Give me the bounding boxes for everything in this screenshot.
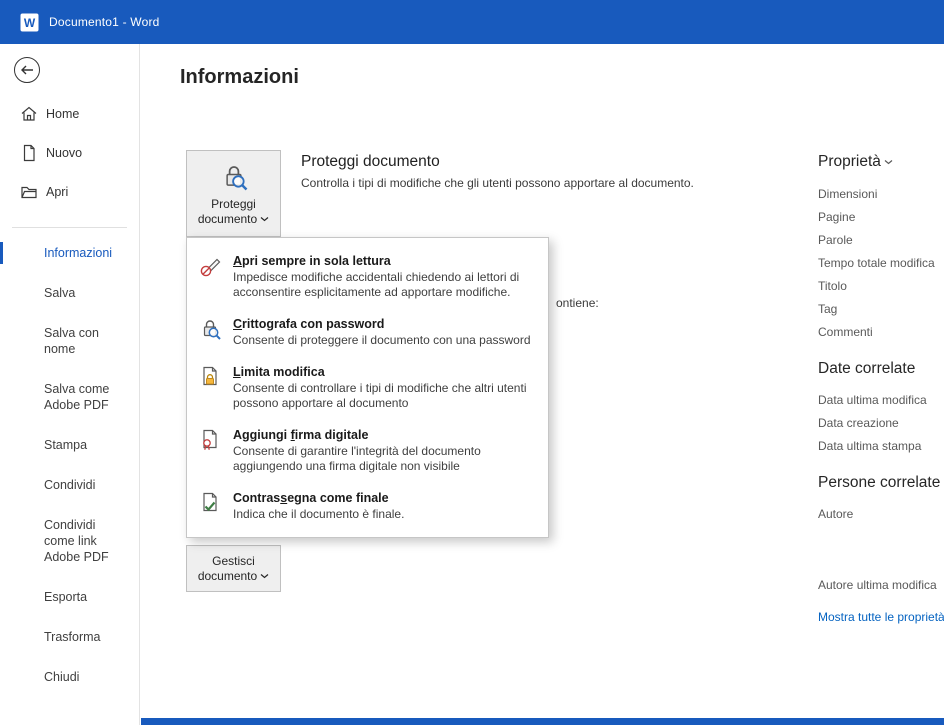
menu-item-text: Contrassegna come finale Indica che il d… <box>233 490 536 522</box>
menu-item-description: Consente di controllare i tipi di modifi… <box>233 381 535 411</box>
always-read-only-icon <box>198 254 224 300</box>
menu-item-text: Limita modifica Consente di controllare … <box>233 364 536 411</box>
sidebar-item-label: Salva come Adobe PDF <box>44 381 129 413</box>
menu-item-title: Limita modifica <box>233 364 536 380</box>
menu-item-title: Apri sempre in sola lettura <box>233 253 536 269</box>
sidebar-item-condividi[interactable]: Condividi <box>0 465 139 505</box>
property-label-tempo-totale-modifica: Tempo totale modifica <box>818 251 944 274</box>
menu-item-text: Apri sempre in sola lettura Impedisce mo… <box>233 253 536 300</box>
menu-item-title: Aggiungi firma digitale <box>233 427 536 443</box>
property-label-data-ultima-stampa: Data ultima stampa <box>818 434 944 457</box>
protect-document-button-label: Proteggi documento <box>194 197 274 227</box>
show-all-properties-link[interactable]: Mostra tutte le proprietà <box>818 610 944 624</box>
sidebar-item-label: Nuovo <box>46 146 82 160</box>
properties-heading-label: Proprietà <box>818 153 881 171</box>
menu-item-always-read-only[interactable]: Apri sempre in sola lettura Impedisce mo… <box>189 245 546 308</box>
chevron-down-icon <box>260 573 269 579</box>
sidebar-item-stampa[interactable]: Stampa <box>0 425 139 465</box>
menu-item-add-digital-signature[interactable]: Aggiungi firma digitale Consente di gara… <box>189 419 546 482</box>
menu-item-text: Crittografa con password Consente di pro… <box>233 316 536 348</box>
sidebar-item-label: Home <box>46 107 79 121</box>
manage-document-button-label: Gestisci documento <box>194 554 274 584</box>
chevron-down-icon <box>884 159 893 165</box>
digital-signature-icon <box>198 428 224 474</box>
backstage-sidebar: Home Nuovo Apri Informazioni Salva Salva… <box>0 44 140 725</box>
property-label-tag: Tag <box>818 297 944 320</box>
encrypt-password-icon <box>198 317 224 348</box>
menu-item-description: Consente di proteggere il documento con … <box>233 333 535 348</box>
properties-panel: Proprietà Dimensioni Pagine Parole Tempo… <box>818 152 944 624</box>
protect-lock-icon <box>219 162 249 192</box>
menu-item-mark-as-final[interactable]: Contrassegna come finale Indica che il d… <box>189 482 546 530</box>
menu-item-title: Crittografa con password <box>233 316 536 332</box>
property-label-data-creazione: Data creazione <box>818 411 944 434</box>
protect-document-menu: Apri sempre in sola lettura Impedisce mo… <box>186 237 549 538</box>
menu-item-text: Aggiungi firma digitale Consente di gara… <box>233 427 536 474</box>
sidebar-item-label: Stampa <box>44 437 87 453</box>
back-button[interactable] <box>14 57 40 83</box>
bottom-accent-strip <box>141 718 944 725</box>
page-title: Informazioni <box>180 66 299 89</box>
sidebar-item-label: Esporta <box>44 589 87 605</box>
menu-item-encrypt-with-password[interactable]: Crittografa con password Consente di pro… <box>189 308 546 356</box>
protect-section-description: Controlla i tipi di modifiche che gli ut… <box>301 176 694 190</box>
property-label-commenti: Commenti <box>818 320 944 343</box>
sidebar-item-salva-come-adobe-pdf[interactable]: Salva come Adobe PDF <box>0 369 139 425</box>
open-folder-icon <box>20 183 38 201</box>
sidebar-item-apri[interactable]: Apri <box>0 172 139 211</box>
sidebar-item-salva[interactable]: Salva <box>0 273 139 313</box>
word-app-icon: W <box>20 13 39 32</box>
properties-heading[interactable]: Proprietà <box>818 152 944 172</box>
protect-document-button[interactable]: Proteggi documento <box>186 150 281 237</box>
titlebar: W Documento1 - Word <box>0 0 944 44</box>
sidebar-item-salva-con-nome[interactable]: Salva con nome <box>0 313 139 369</box>
sidebar-item-informazioni[interactable]: Informazioni <box>0 233 139 273</box>
sidebar-item-esporta[interactable]: Esporta <box>0 577 139 617</box>
sidebar-item-trasforma[interactable]: Trasforma <box>0 617 139 657</box>
new-document-icon <box>20 144 38 162</box>
restrict-editing-icon <box>198 365 224 411</box>
menu-item-description: Impedisce modifiche accidentali chiedend… <box>233 270 535 300</box>
sidebar-item-label: Salva con nome <box>44 325 129 357</box>
property-label-parole: Parole <box>818 228 944 251</box>
property-label-titolo: Titolo <box>818 274 944 297</box>
property-label-autore: Autore <box>818 502 944 525</box>
svg-text:W: W <box>24 15 36 29</box>
back-arrow-icon <box>20 64 34 76</box>
property-label-autore-ultima-modifica: Autore ultima modifica <box>818 573 944 596</box>
menu-item-title: Contrassegna come finale <box>233 490 536 506</box>
property-label-dimensioni: Dimensioni <box>818 182 944 205</box>
backstage-content: Informazioni Proteggi documento Proteggi… <box>141 44 944 725</box>
sidebar-item-label: Trasforma <box>44 629 101 645</box>
sidebar-divider <box>12 227 127 228</box>
manage-document-button[interactable]: Gestisci documento <box>186 545 281 592</box>
sidebar-item-label: Chiudi <box>44 669 79 685</box>
inspect-text-fragment: ontiene: <box>556 296 599 310</box>
home-icon <box>20 105 38 123</box>
menu-item-description: Consente di garantire l'integrità del do… <box>233 444 535 474</box>
backstage-nav: Informazioni Salva Salva con nome Salva … <box>0 233 139 697</box>
menu-item-restrict-editing[interactable]: Limita modifica Consente di controllare … <box>189 356 546 419</box>
sidebar-item-chiudi[interactable]: Chiudi <box>0 657 139 697</box>
menu-item-description: Indica che il documento è finale. <box>233 507 535 522</box>
sidebar-item-label: Condividi <box>44 477 95 493</box>
property-label-data-ultima-modifica: Data ultima modifica <box>818 388 944 411</box>
sidebar-item-home[interactable]: Home <box>0 94 139 133</box>
chevron-down-icon <box>260 216 269 222</box>
properties-spacer <box>818 525 944 573</box>
sidebar-item-label: Salva <box>44 285 75 301</box>
window-title: Documento1 - Word <box>49 15 160 29</box>
mark-as-final-icon <box>198 491 224 522</box>
sidebar-item-condividi-come-link-adobe-pdf[interactable]: Condividi come link Adobe PDF <box>0 505 139 577</box>
sidebar-item-label: Condividi come link Adobe PDF <box>44 517 129 565</box>
related-dates-heading: Date correlate <box>818 360 944 379</box>
sidebar-item-label: Apri <box>46 185 68 199</box>
property-label-pagine: Pagine <box>818 205 944 228</box>
sidebar-item-nuovo[interactable]: Nuovo <box>0 133 139 172</box>
protect-section-heading: Proteggi documento <box>301 153 440 171</box>
related-people-heading: Persone correlate <box>818 474 944 493</box>
sidebar-item-label: Informazioni <box>44 245 112 261</box>
